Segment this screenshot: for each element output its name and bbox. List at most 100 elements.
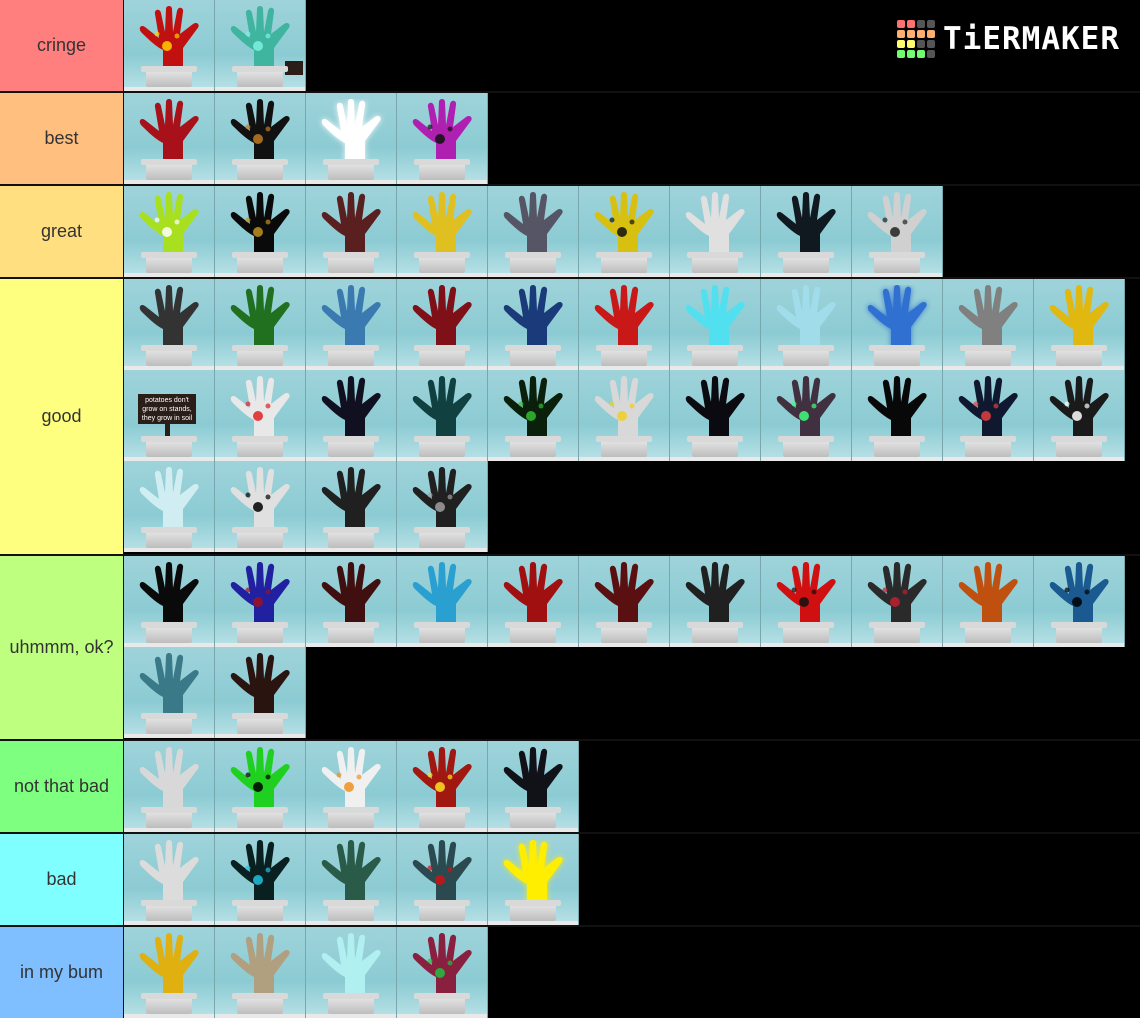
tier-item-yellow-face-glove[interactable] [397,186,488,277]
tier-item-blue-crackle-glove[interactable] [488,279,579,370]
pedestal-icon [323,436,379,457]
floor [670,643,760,647]
tier-label[interactable]: uhmmm, ok? [0,556,124,739]
tier-item-gold-glove[interactable] [124,927,215,1018]
tier-item-green-pattern-glove[interactable] [215,279,306,370]
glove-icon [412,933,472,997]
tier-item-dotted-grey-glove[interactable] [488,186,579,277]
tier-item-black-glove[interactable] [670,370,761,461]
tier-label[interactable]: bad [0,834,124,925]
tier-label[interactable]: great [0,186,124,277]
tier-item-lime-dream-glove[interactable] [124,186,215,277]
tier-item-dark-noise-glove[interactable] [670,556,761,647]
pedestal-icon [869,436,925,457]
tier-item-white-glove-2[interactable] [124,834,215,925]
tier-item-black-pattern-glove[interactable] [761,186,852,277]
tier-item-cyan-ring-glove[interactable] [215,834,306,925]
tier-item-blue-glove[interactable] [306,279,397,370]
tier-item-plain-white-glove[interactable] [124,741,215,832]
tier-item-black-swirl-glove[interactable] [215,93,306,184]
pedestal-icon [778,345,834,366]
tier-item-electric-blue-glove[interactable] [852,279,943,370]
tier-item-green-marble-glove[interactable] [306,834,397,925]
tier-item-red-black-mech-glove[interactable] [852,556,943,647]
glove-icon [503,747,563,811]
tier-item-black-z-glove[interactable] [124,556,215,647]
tier-item-ghost-teal-glove[interactable] [306,927,397,1018]
tier-item-blue-smile-glove[interactable] [1034,556,1125,647]
tier-item-lightning-red-glove[interactable] [397,741,488,832]
floor [306,548,396,552]
tier-label[interactable]: good [0,279,124,554]
tier-item-dark-teal-hole-glove[interactable] [397,834,488,925]
tier-item-adios-glove[interactable] [306,741,397,832]
tier-item-brick-glove[interactable] [306,186,397,277]
tier-item-red-flaming-glove[interactable] [124,0,215,91]
tier-item-cyan-glow-glove[interactable] [670,279,761,370]
pedestal-icon [596,345,652,366]
logo-square [907,50,916,58]
tier-item-steel-blue-glove[interactable] [124,647,215,738]
tier-item-dark-grey-glove[interactable] [124,279,215,370]
floor [579,457,669,461]
tier-item-black-white-splat-glove[interactable] [852,186,943,277]
pedestal-icon [960,436,1016,457]
tier-item-green-biohazard-glove[interactable] [215,741,306,832]
tier-item-cat-white-glove[interactable] [579,370,670,461]
tier-item-maroon-glove[interactable] [579,556,670,647]
tier-item-red-pattern-glove[interactable] [579,279,670,370]
glove-icon [776,285,836,349]
tier-label[interactable]: best [0,93,124,184]
tier-item-orange-glove[interactable] [943,556,1034,647]
floor [124,1014,214,1018]
tier-item-black-camo-glove[interactable] [397,461,488,552]
tier-item-white-red-outline-glove[interactable] [215,370,306,461]
tier-item-smiley-white-glove[interactable] [215,461,306,552]
tier-item-teal-glove[interactable] [215,0,306,91]
tier-item-black-glove-2[interactable] [852,370,943,461]
tier-label[interactable]: not that bad [0,741,124,832]
tier-item-green-matrix-glove[interactable] [488,370,579,461]
tier-item-rainbow-pattern-glove[interactable] [397,927,488,1018]
tier-item-dark-red-glove[interactable] [306,556,397,647]
tier-item-dark-red-candy-glove[interactable] [397,279,488,370]
tier-item-striped-beige-glove[interactable] [215,927,306,1018]
tier-item-dark-gradient-scene[interactable] [306,461,397,552]
glove-icon [230,840,290,904]
tier-item-pumpkin-plant[interactable] [761,370,852,461]
tier-item-dark-brown-glove[interactable] [215,647,306,738]
tier-item-purple-checker-glove[interactable] [397,93,488,184]
tier-item-black-mesh-glove[interactable] [488,741,579,832]
tier-item-navy-x-glove[interactable] [943,370,1034,461]
glove-icon [139,933,199,997]
glove-icon [1049,376,1109,440]
tier-label[interactable]: cringe [0,0,124,91]
tier-item-blue-red-target-glove[interactable] [215,556,306,647]
tier-item-light-blue-glove[interactable] [397,556,488,647]
tier-item-red-glove[interactable] [124,93,215,184]
pedestal-icon [323,807,379,828]
tier-label[interactable]: in my bum [0,927,124,1018]
tier-item-red-marble-glove[interactable] [488,556,579,647]
glove-icon [321,376,381,440]
floor [1034,643,1124,647]
floor [215,828,305,832]
sign-text: potatoes don't grow on stands, they grow… [138,394,196,424]
tier-item-yellow-dotted-glove[interactable] [1034,279,1125,370]
glove-icon [867,562,927,626]
tier-item-bright-yellow-glove[interactable] [488,834,579,925]
tier-item-red-brick-glove[interactable] [761,556,852,647]
tier-item-transparent-glove[interactable] [124,461,215,552]
tier-item-glowing-white-glove[interactable] [306,93,397,184]
tier-item-white-glove[interactable] [670,186,761,277]
tier-item-hazard-stripe-glove[interactable] [579,186,670,277]
tier-item-potato-sign[interactable]: potatoes don't grow on stands, they grow… [124,370,215,461]
tier-item-dark-shadow-glove[interactable] [306,370,397,461]
logo-square [897,20,906,28]
tier-item-teal-pattern-glove[interactable] [397,370,488,461]
tier-item-ghost-blue-glove[interactable] [761,279,852,370]
tier-item-black-smile-glove[interactable] [215,186,306,277]
tier-item-grey-glove[interactable] [943,279,1034,370]
tier-item-black-arrow-glove[interactable] [1034,370,1125,461]
tier-items [124,93,1127,184]
